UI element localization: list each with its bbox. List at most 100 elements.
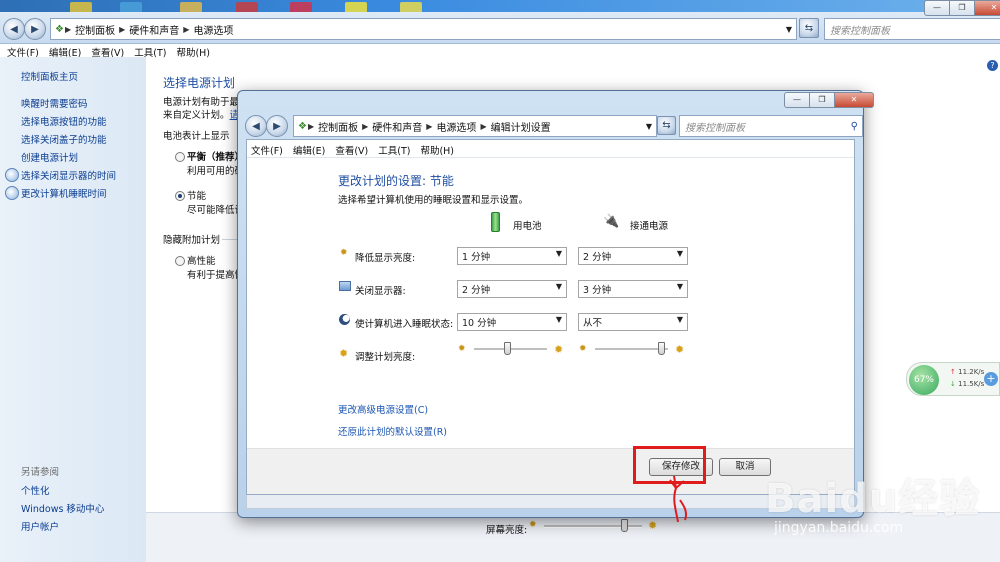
column-battery-label: 用电池 xyxy=(513,221,542,232)
close-button[interactable]: ✕ xyxy=(975,0,1000,16)
sleep-battery-select[interactable]: 10 分钟 ▼ xyxy=(457,313,567,331)
upload-speed: ↑ 11.2K/s xyxy=(950,368,985,376)
dim-display-battery-select[interactable]: 1 分钟 ▼ xyxy=(457,247,567,265)
row-dim-display-label: 降低显示亮度: xyxy=(355,253,416,264)
bright-sun-icon: ✹ xyxy=(648,519,658,532)
minimize-button[interactable]: — xyxy=(924,0,950,16)
dialog-close-button[interactable]: ✕ xyxy=(835,92,874,108)
restore-defaults-link[interactable]: 还原此计划的默认设置(R) xyxy=(338,424,447,438)
breadcrumb-item[interactable]: 编辑计划设置 xyxy=(491,119,551,134)
dialog-footer: 保存修改 取消 xyxy=(247,448,854,494)
slider-thumb[interactable] xyxy=(621,519,628,532)
slider-thumb[interactable] xyxy=(504,342,511,355)
help-icon[interactable]: ? xyxy=(987,60,998,71)
back-button[interactable]: ◀ xyxy=(3,18,25,40)
sidebar-item-lid-close[interactable]: 选择关闭盖子的功能 xyxy=(21,132,107,146)
sidebar-item-home[interactable]: 控制面板主页 xyxy=(21,69,78,83)
dialog-menubar: 文件(F) 编辑(E) 查看(V) 工具(T) 帮助(H) xyxy=(251,143,464,157)
dialog-back-button[interactable]: ◀ xyxy=(245,115,267,137)
search-icon[interactable]: ⚲ xyxy=(851,121,858,132)
display-off-plugged-select[interactable]: 3 分钟 ▼ xyxy=(578,280,688,298)
menu-edit[interactable]: 编辑(E) xyxy=(293,143,325,157)
menubar-divider xyxy=(247,157,854,158)
dialog-minimize-button[interactable]: — xyxy=(784,92,810,108)
sleep-moon-icon xyxy=(339,314,350,325)
breadcrumb-item[interactable]: 硬件和声音 xyxy=(129,22,179,37)
baidu-watermark-url: jingyan.baidu.com xyxy=(774,520,904,536)
power-plug-icon: 🔌 xyxy=(603,214,620,229)
maximize-button[interactable]: ❐ xyxy=(950,0,975,16)
forward-button[interactable]: ▶ xyxy=(24,18,46,40)
address-dropdown-icon[interactable]: ▼ xyxy=(646,122,652,131)
network-speed-widget[interactable]: 67% ↑ 11.2K/s ↓ 11.5K/s + xyxy=(906,362,1000,396)
plan-highperf-name: 高性能 xyxy=(187,256,216,267)
slider-thumb[interactable] xyxy=(658,342,665,355)
breadcrumb-item[interactable]: 硬件和声音 xyxy=(372,119,422,134)
dialog-address-field[interactable]: ❖ ▶ 控制面板 ▶ 硬件和声音 ▶ 电源选项 ▶ 编辑计划设置 ▼ xyxy=(293,115,657,137)
menu-view[interactable]: 查看(V) xyxy=(335,143,368,157)
outer-address-field[interactable]: ❖ ▶ 控制面板 ▶ 硬件和声音 ▶ 电源选项 ▼ xyxy=(50,18,797,40)
sidebar: 控制面板主页 唤醒时需要密码 选择电源按钮的功能 选择关闭盖子的功能 创建电源计… xyxy=(0,57,146,562)
advanced-settings-link[interactable]: 更改高级电源设置(C) xyxy=(338,402,428,416)
chevron-down-icon: ▼ xyxy=(676,249,683,258)
sidebar-item-power-button[interactable]: 选择电源按钮的功能 xyxy=(21,114,107,128)
breadcrumb-item[interactable]: 电源选项 xyxy=(436,119,476,134)
cancel-button[interactable]: 取消 xyxy=(719,458,771,476)
up-arrow-icon: ↑ xyxy=(950,368,956,376)
sidebar-item-wake-password[interactable]: 唤醒时需要密码 xyxy=(21,96,88,110)
chevron-down-icon: ▼ xyxy=(676,315,683,324)
dialog-refresh-button[interactable]: ⇆ xyxy=(657,116,676,135)
page-title: 选择电源计划 xyxy=(163,76,236,90)
display-off-battery-select[interactable]: 2 分钟 ▼ xyxy=(457,280,567,298)
screen-brightness-label: 屏幕亮度: xyxy=(486,525,528,536)
add-icon[interactable]: + xyxy=(984,372,998,386)
download-speed: ↓ 11.5K/s xyxy=(950,380,985,388)
breadcrumb-item[interactable]: 电源选项 xyxy=(193,22,233,37)
display-off-icon xyxy=(5,168,19,182)
sidebar-item-mobility-center[interactable]: Windows 移动中心 xyxy=(21,501,104,515)
see-also-heading: 另请参阅 xyxy=(21,467,60,478)
menu-tools[interactable]: 工具(T) xyxy=(378,143,410,157)
outer-address-bar: ◀ ▶ ❖ ▶ 控制面板 ▶ 硬件和声音 ▶ 电源选项 ▼ ⇆ 搜索控制面板 — ❐ … xyxy=(0,0,1000,44)
sidebar-item-personalize[interactable]: 个性化 xyxy=(21,483,50,497)
menu-help[interactable]: 帮助(H) xyxy=(420,143,454,157)
edit-plan-settings-window: — ❐ ✕ ◀ ▶ ❖ ▶ 控制面板 ▶ 硬件和声音 ▶ 电源选项 ▶ 编辑计划设置 ▼… xyxy=(237,90,874,518)
refresh-button[interactable]: ⇆ xyxy=(799,18,819,38)
chevron-down-icon: ▼ xyxy=(555,282,562,291)
brightness-plugged-slider[interactable] xyxy=(595,342,668,356)
menu-file[interactable]: 文件(F) xyxy=(251,143,283,157)
hidden-plans-toggle[interactable]: 隐藏附加计划 xyxy=(163,232,220,246)
row-sleep-label: 使计算机进入睡眠状态: xyxy=(355,319,454,330)
address-dropdown-icon[interactable]: ▼ xyxy=(786,25,792,34)
sleep-plugged-select[interactable]: 从不 ▼ xyxy=(578,313,688,331)
dim-sun-icon: ✹ xyxy=(529,520,537,530)
monitor-icon xyxy=(339,281,351,291)
dialog-forward-button[interactable]: ▶ xyxy=(266,115,288,137)
battery-icon xyxy=(491,212,500,232)
plan-balanced-radio[interactable] xyxy=(175,152,185,162)
outer-search-input[interactable]: 搜索控制面板 xyxy=(824,18,1000,40)
sidebar-item-sleep-time[interactable]: 更改计算机睡眠时间 xyxy=(21,186,107,200)
dim-display-plugged-select[interactable]: 2 分钟 ▼ xyxy=(578,247,688,265)
plan-powersaver-radio[interactable] xyxy=(175,191,185,201)
cpu-percent-badge: 67% xyxy=(909,365,939,395)
outer-window-controls: — ❐ ✕ xyxy=(924,0,1000,16)
breadcrumb-item[interactable]: 控制面板 xyxy=(318,119,358,134)
screen-brightness-slider[interactable] xyxy=(544,519,642,533)
brightness-battery-slider[interactable] xyxy=(474,342,547,356)
brightness-sun-icon: ✹ xyxy=(339,347,349,360)
dim-sun-icon: ✹ xyxy=(458,344,466,354)
menu-help[interactable]: 帮助(H) xyxy=(176,45,210,59)
plan-highperf-radio[interactable] xyxy=(175,256,185,266)
dialog-subtitle: 选择希望计算机使用的睡眠设置和显示设置。 xyxy=(338,195,529,206)
plan-balanced-name: 平衡（推荐） xyxy=(187,152,245,163)
sidebar-item-user-accounts[interactable]: 用户帐户 xyxy=(21,519,59,533)
down-arrow-icon: ↓ xyxy=(950,380,956,388)
plan-powersaver-name: 节能 xyxy=(187,191,207,202)
sidebar-item-display-off[interactable]: 选择关闭显示器的时间 xyxy=(21,168,116,182)
dialog-search-input[interactable]: 搜索控制面板 ⚲ xyxy=(679,115,863,137)
plan-balanced-desc: 利用可用的硬 xyxy=(187,166,245,177)
breadcrumb-item[interactable]: 控制面板 xyxy=(75,22,115,37)
dialog-maximize-button[interactable]: ❐ xyxy=(810,92,835,108)
sidebar-item-create-plan[interactable]: 创建电源计划 xyxy=(21,150,78,164)
